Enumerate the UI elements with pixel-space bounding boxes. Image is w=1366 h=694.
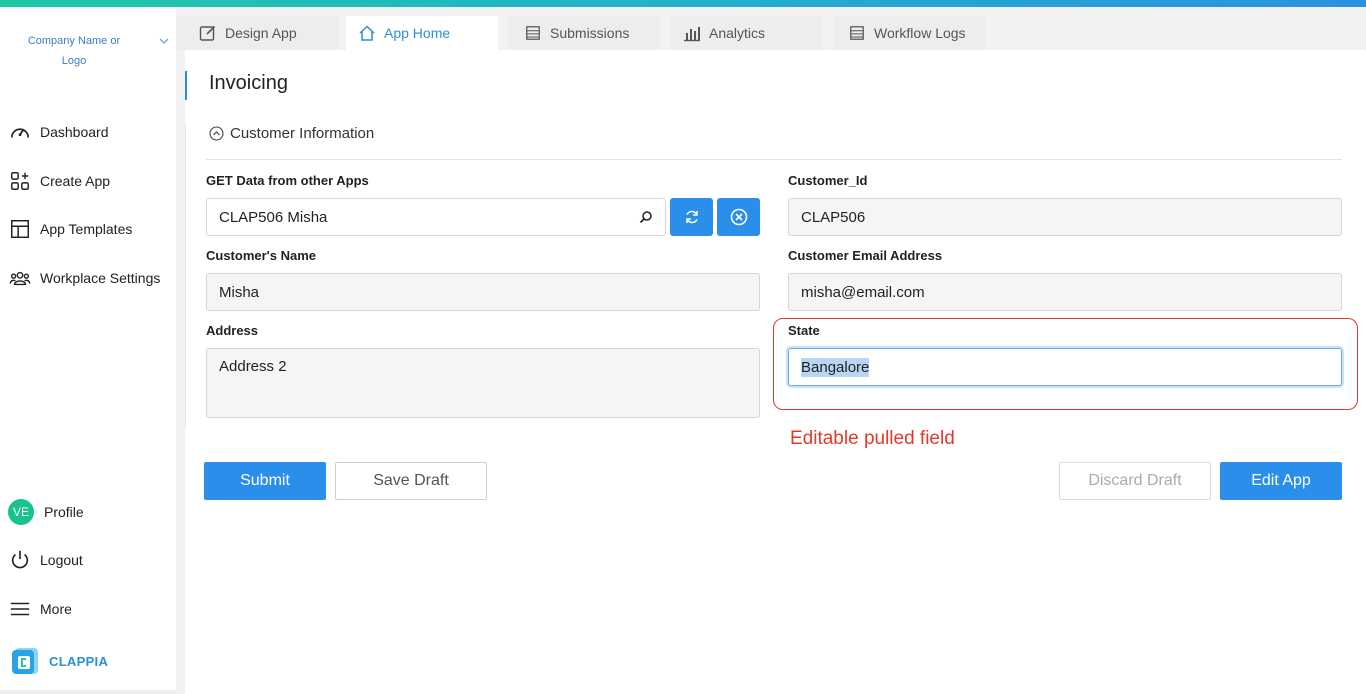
- list-icon: [848, 24, 866, 42]
- sidebar-item-profile[interactable]: VE Profile: [8, 497, 84, 527]
- clear-button[interactable]: [717, 198, 760, 236]
- top-gradient-bar: [0, 0, 1366, 7]
- chart-icon: [683, 24, 701, 42]
- chevron-down-icon[interactable]: [157, 34, 171, 48]
- save-draft-button[interactable]: Save Draft: [335, 462, 487, 500]
- sidebar-item-dashboard[interactable]: Dashboard: [8, 117, 109, 147]
- sidebar-item-label: App Templates: [40, 221, 133, 237]
- customer-name-field[interactable]: Misha: [206, 273, 760, 311]
- sidebar-item-create-app[interactable]: Create App: [8, 166, 110, 196]
- search-icon[interactable]: [639, 210, 653, 224]
- refresh-icon: [685, 210, 698, 224]
- brand: CLAPPIA: [10, 646, 108, 676]
- sidebar-item-workplace-settings[interactable]: Workplace Settings: [8, 263, 160, 293]
- tab-design-app[interactable]: Design App: [177, 16, 339, 50]
- address-field[interactable]: Address 2: [206, 348, 760, 418]
- tab-workflow-logs[interactable]: Workflow Logs: [833, 16, 985, 50]
- get-data-input[interactable]: CLAP506 Misha: [206, 198, 666, 236]
- users-icon: [8, 266, 32, 290]
- get-data-label: GET Data from other Apps: [206, 173, 369, 188]
- refresh-button[interactable]: [670, 198, 713, 236]
- customer-id-label: Customer_Id: [788, 173, 868, 188]
- annotation-highlight-box: [773, 318, 1358, 410]
- sidebar-item-label: Create App: [40, 173, 111, 189]
- sidebar-bottom-bar: [0, 690, 177, 694]
- brand-name: CLAPPIA: [49, 653, 109, 669]
- customer-email-field[interactable]: misha@email.com: [788, 273, 1342, 311]
- sidebar-item-logout[interactable]: Logout: [8, 545, 83, 575]
- tab-app-home[interactable]: App Home: [346, 16, 498, 50]
- page-title: Invoicing: [209, 72, 288, 94]
- address-label: Address: [206, 323, 259, 338]
- sidebar-item-more[interactable]: More: [8, 594, 72, 624]
- list-icon: [524, 24, 542, 42]
- edit-icon: [199, 24, 217, 42]
- title-accent-bar: [185, 71, 187, 100]
- sidebar-item-app-templates[interactable]: App Templates: [8, 214, 132, 244]
- clappia-logo-icon: [10, 646, 40, 676]
- close-circle-icon: [730, 208, 747, 226]
- section-divider: [185, 123, 186, 428]
- annotation-text: Editable pulled field: [790, 428, 955, 449]
- tab-analytics[interactable]: Analytics: [671, 16, 823, 50]
- home-icon: [358, 24, 376, 42]
- sidebar-item-label: Logout: [40, 552, 83, 568]
- sidebar-item-label: Profile: [44, 504, 84, 520]
- customer-id-field[interactable]: CLAP506: [788, 198, 1342, 236]
- company-name[interactable]: Company Name or Logo: [18, 31, 130, 71]
- avatar: VE: [8, 499, 34, 525]
- create-app-icon: [8, 169, 32, 193]
- power-icon: [8, 548, 32, 572]
- templates-icon: [8, 217, 32, 241]
- customer-name-label: Customer's Name: [206, 248, 317, 263]
- menu-icon: [8, 597, 32, 621]
- edit-app-button[interactable]: Edit App: [1220, 462, 1342, 500]
- sidebar-item-label: Dashboard: [40, 124, 109, 140]
- sidebar: Company Name or Logo Dashboard Create Ap…: [0, 7, 177, 694]
- discard-draft-button[interactable]: Discard Draft: [1059, 462, 1211, 500]
- section-title: Customer Information: [230, 125, 375, 142]
- tab-submissions[interactable]: Submissions: [508, 16, 660, 50]
- sidebar-item-label: More: [40, 601, 72, 617]
- collapse-icon: [209, 126, 224, 141]
- sidebar-item-label: Workplace Settings: [40, 270, 161, 286]
- customer-email-label: Customer Email Address: [788, 248, 943, 263]
- submit-button[interactable]: Submit: [204, 462, 326, 500]
- dashboard-icon: [8, 120, 32, 144]
- section-rule: [206, 159, 1342, 160]
- section-header[interactable]: Customer Information: [209, 125, 374, 142]
